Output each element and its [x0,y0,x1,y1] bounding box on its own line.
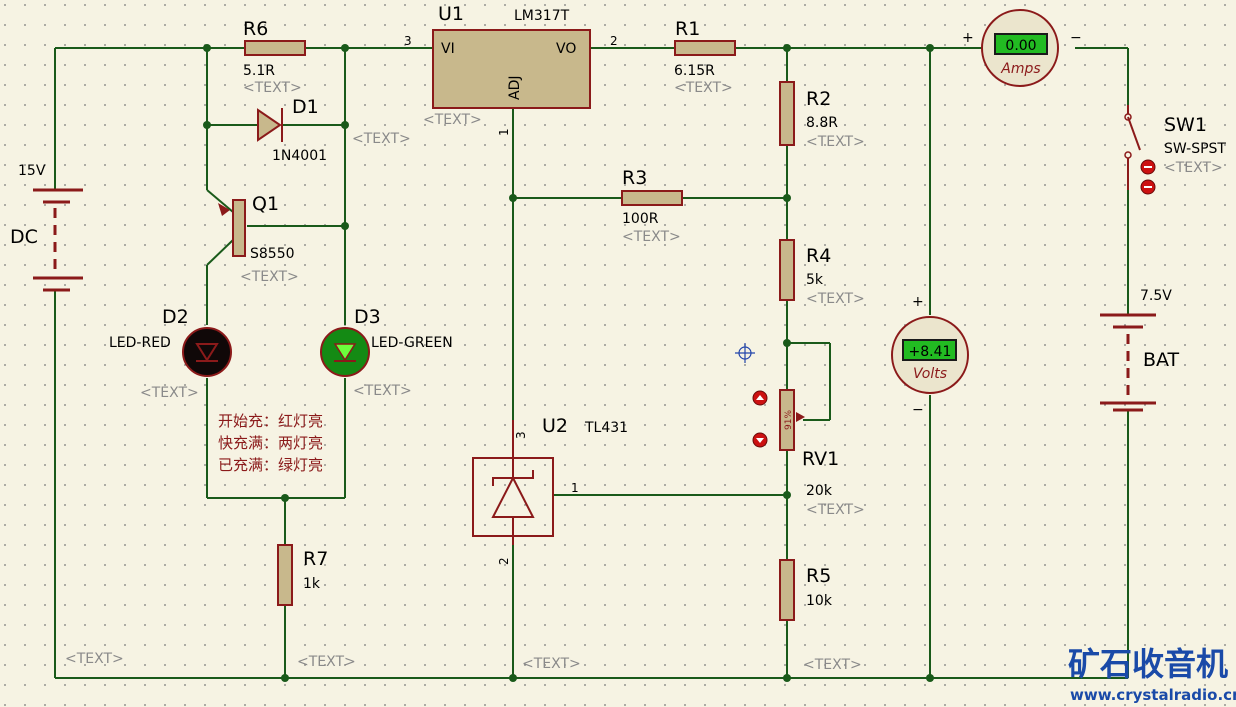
dc-text-placeholder: <TEXT> [65,651,124,667]
rv1-decrease-icon[interactable] [752,432,768,448]
u2-pin1-number: 1 [571,481,579,495]
r6-text-placeholder: <TEXT> [243,80,302,96]
sw1-open-icon[interactable] [1140,179,1156,195]
r7-text-placeholder: <TEXT> [297,654,356,670]
watermark-logo: 矿石收音机 [1068,645,1228,683]
r7-resistor[interactable] [277,544,293,606]
r5-text-placeholder: <TEXT> [803,657,862,673]
r2-ref: R2 [806,88,831,110]
sw1-text-placeholder: <TEXT> [1164,160,1223,176]
q1-ref: Q1 [252,193,279,215]
r2-resistor[interactable] [779,81,795,146]
r1-ref: R1 [675,18,700,40]
q1-text-placeholder: <TEXT> [240,269,299,285]
d1-ref: D1 [292,96,319,118]
r3-resistor[interactable] [621,190,683,206]
u2-part: TL431 [584,420,628,436]
voltmeter-unit: Volts [913,366,947,382]
u1-part: LM317T [514,8,570,24]
r5-ref: R5 [806,565,831,587]
battery-name: BAT [1143,349,1180,371]
note-line-1: 开始充：红灯亮 [218,412,323,430]
d2-led-red[interactable] [182,327,232,377]
r4-value: 5k [806,272,824,288]
r3-value: 100R [622,211,659,227]
rv1-position-label: 91% [784,410,794,430]
r1-value: 6.15R [674,63,715,79]
sw1-part: SW-SPST [1164,141,1226,157]
watermark-url: www.crystalradio.cn [1070,686,1236,704]
d3-ref: D3 [354,306,381,328]
u1-pin-vi: VI [441,41,455,57]
r1-resistor[interactable] [674,40,736,56]
rv1-ref: RV1 [802,448,839,470]
u1-pin-adj: ADJ [507,76,523,101]
u2-text-placeholder: <TEXT> [522,656,581,672]
voltmeter-reading: +8.41 [909,344,952,360]
rv1-text-placeholder: <TEXT> [806,502,865,518]
d3-led-green[interactable] [320,327,370,377]
r6-value: 5.1R [243,63,275,79]
u2-ref: U2 [542,415,568,437]
d2-ref: D2 [162,306,189,328]
r5-resistor[interactable] [779,559,795,621]
rv1-increase-icon[interactable] [752,390,768,406]
r5-value: 10k [806,593,833,609]
voltmeter-minus: − [912,402,924,418]
r4-text-placeholder: <TEXT> [806,291,865,307]
d1-part: 1N4001 [272,148,327,164]
ammeter-reading: 0.00 [1005,38,1036,54]
ammeter-unit: Amps [1000,61,1040,77]
schematic-canvas: 15V DC <TEXT> R6 5.1R <TEXT> D1 1N4001 <… [0,0,1236,707]
d2-text-placeholder: <TEXT> [140,385,199,401]
r7-value: 1k [303,576,321,592]
note-line-2: 快充满：两灯亮 [218,434,323,452]
r6-ref: R6 [243,18,268,40]
note-line-3: 已充满：绿灯亮 [218,456,323,474]
r4-resistor[interactable] [779,239,795,301]
dc-voltage-label: 15V [18,163,46,179]
d3-text-placeholder: <TEXT> [353,383,412,399]
u1-pin1-number: 1 [497,128,511,136]
u1-pin2-number: 2 [610,34,618,48]
r6-resistor[interactable] [244,40,306,56]
d1-text-placeholder: <TEXT> [352,131,411,147]
sw1-close-icon[interactable] [1140,159,1156,175]
r7-ref: R7 [303,548,328,570]
u1-pin3-number: 3 [404,34,412,48]
ammeter-plus: + [962,30,974,46]
ammeter-minus: − [1070,30,1082,46]
d3-part: LED-GREEN [371,335,453,351]
u1-ref: U1 [438,3,464,25]
r1-text-placeholder: <TEXT> [674,80,733,96]
r3-ref: R3 [622,167,647,189]
u2-pin3-number: 3 [514,431,528,439]
u2-pin2-number: 2 [497,557,511,565]
sw1-ref: SW1 [1164,114,1207,136]
d2-part: LED-RED [109,335,171,351]
r2-text-placeholder: <TEXT> [806,134,865,150]
dc-name-label: DC [10,226,38,248]
rv1-value: 20k [806,483,833,499]
u1-pin-vo: VO [556,41,576,57]
u1-text-placeholder: <TEXT> [423,112,482,128]
r3-text-placeholder: <TEXT> [622,229,681,245]
battery-voltage: 7.5V [1140,288,1172,304]
r4-ref: R4 [806,245,831,267]
q1-part: S8550 [250,246,295,262]
voltmeter-plus: + [912,294,924,310]
r2-value: 8.8R [806,115,838,131]
